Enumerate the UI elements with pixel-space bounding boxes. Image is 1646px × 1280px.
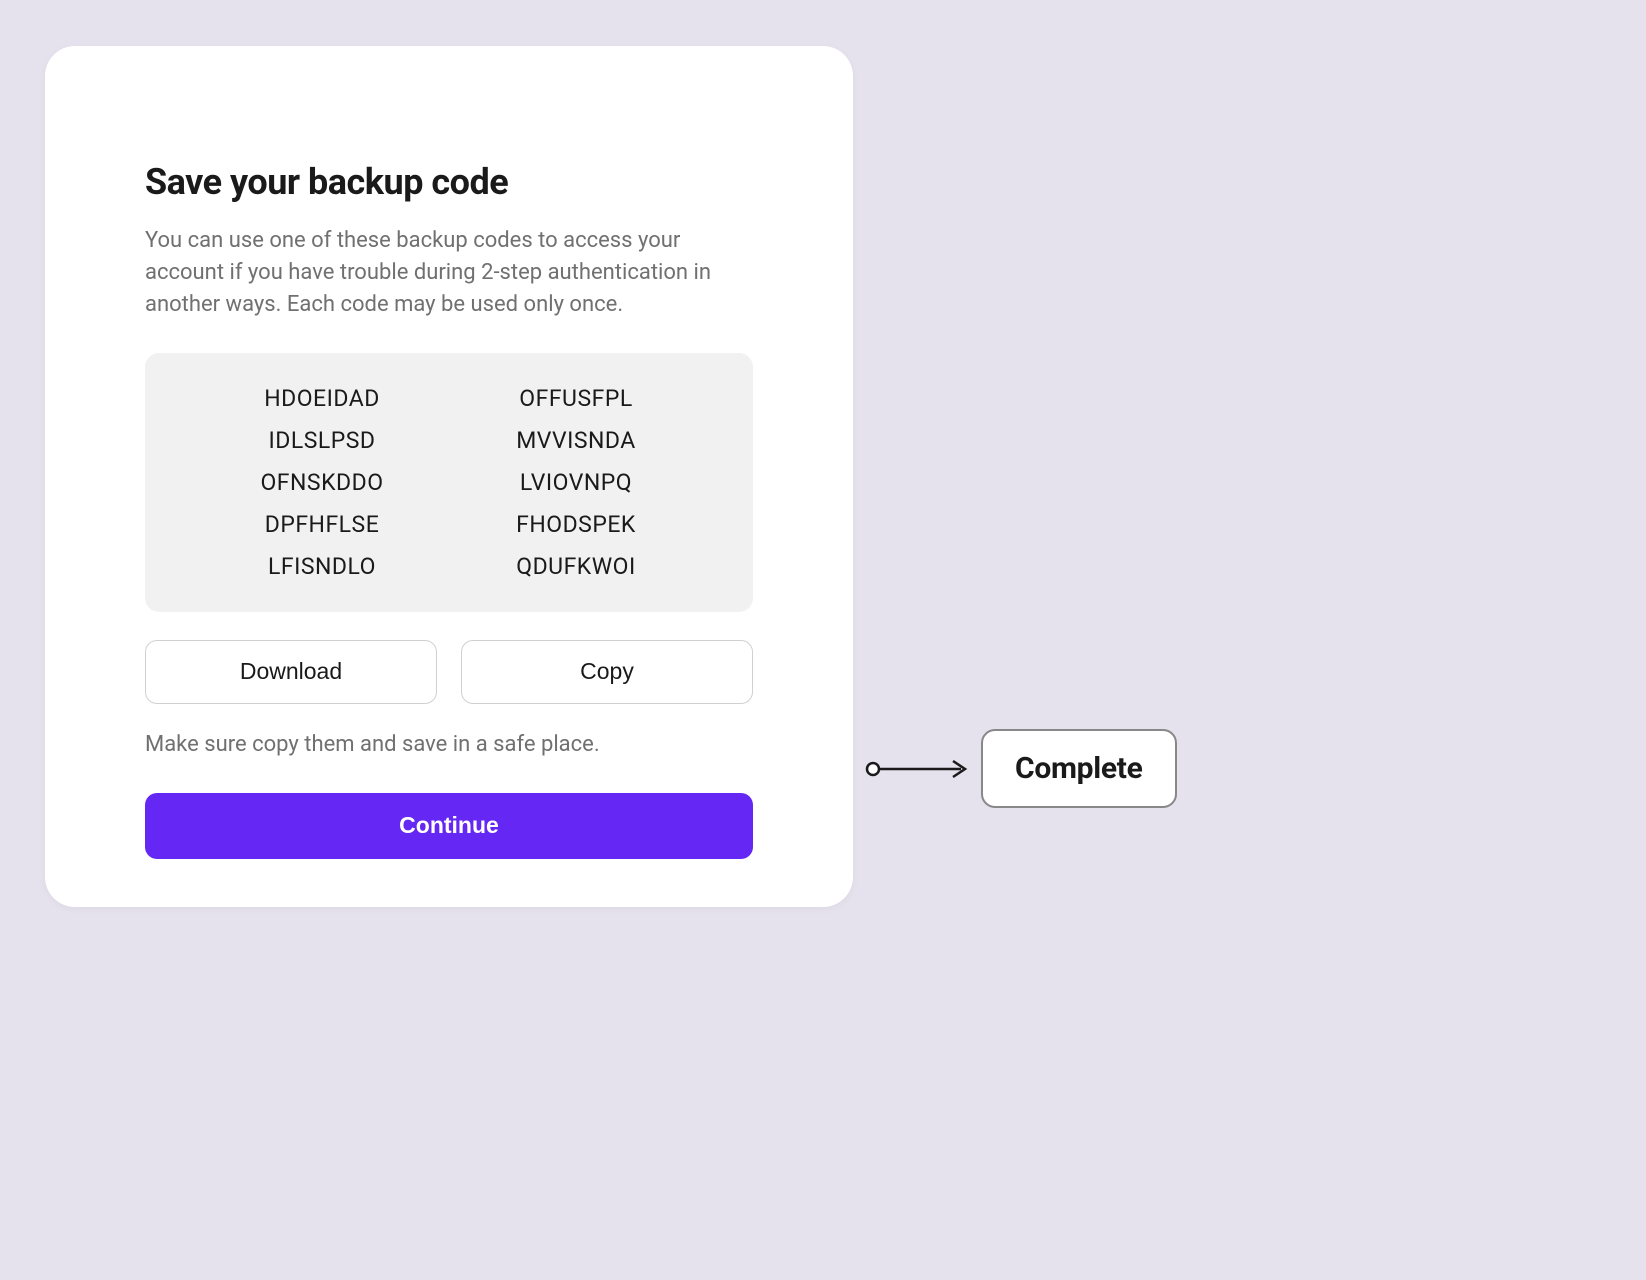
card-title: Save your backup code [145, 161, 753, 203]
backup-codes-container: HDOEIDAD IDLSLPSD OFNSKDDO DPFHFLSE LFIS… [145, 353, 753, 612]
backup-code: FHODSPEK [516, 511, 636, 538]
card-description: You can use one of these backup codes to… [145, 225, 753, 321]
backup-code: IDLSLPSD [268, 427, 375, 454]
download-button[interactable]: Download [145, 640, 437, 704]
codes-column-left: HDOEIDAD IDLSLPSD OFNSKDDO DPFHFLSE LFIS… [195, 385, 449, 580]
backup-code: QDUFKWOI [516, 553, 635, 580]
action-buttons-row: Download Copy [145, 640, 753, 704]
backup-code: OFFUSFPL [519, 385, 632, 412]
backup-code: HDOEIDAD [264, 385, 380, 412]
copy-button[interactable]: Copy [461, 640, 753, 704]
backup-code: LFISNDLO [268, 553, 376, 580]
backup-code-card: Save your backup code You can use one of… [45, 46, 853, 907]
backup-code: DPFHFLSE [265, 511, 380, 538]
hint-text: Make sure copy them and save in a safe p… [145, 732, 753, 757]
backup-code: LVIOVNPQ [520, 469, 632, 496]
arrow-icon [865, 757, 975, 781]
complete-badge: Complete [981, 729, 1177, 808]
codes-column-right: OFFUSFPL MVVISNDA LVIOVNPQ FHODSPEK QDUF… [449, 385, 703, 580]
continue-button[interactable]: Continue [145, 793, 753, 859]
backup-code: OFNSKDDO [260, 469, 383, 496]
arrow-annotation [865, 757, 975, 781]
backup-code: MVVISNDA [516, 427, 636, 454]
